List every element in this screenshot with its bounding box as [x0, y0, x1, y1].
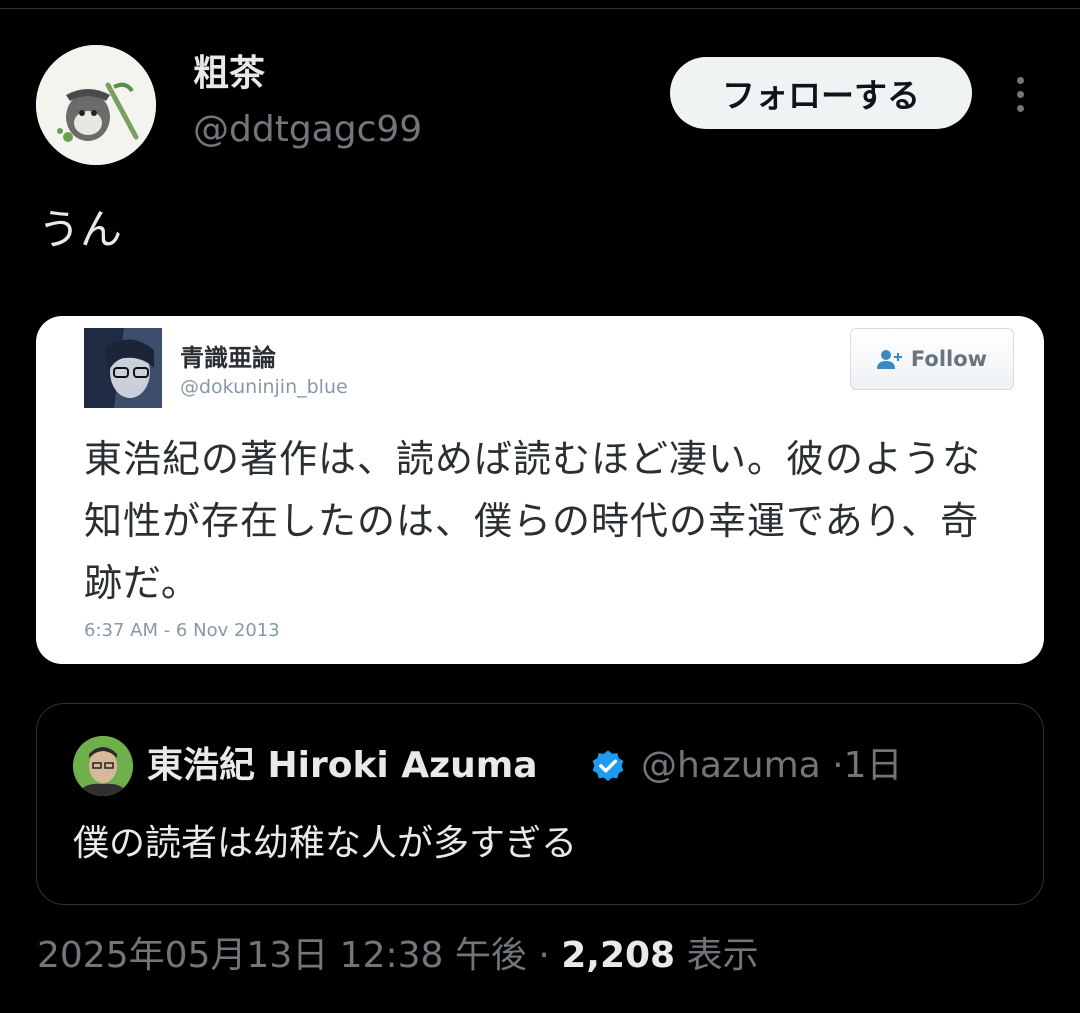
author-avatar[interactable]: [36, 45, 156, 165]
views-count: 2,208: [561, 935, 676, 976]
embedded-timestamp: 6:37 AM - 6 Nov 2013: [84, 620, 280, 641]
quoted-tweet-text: 僕の読者は幼稚な人が多すぎる: [73, 823, 578, 864]
views-label: 表示: [686, 935, 759, 976]
add-user-icon: [876, 350, 902, 369]
quoted-display-name: 東浩紀 Hiroki Azuma: [147, 745, 538, 786]
quoted-age: 1日: [843, 745, 903, 786]
tweet-text: うん: [38, 205, 123, 254]
embedded-tweet-text: 東浩紀の著作は、読めば読むほど凄い。彼のような知性が存在したのは、僕らの時代の幸…: [84, 437, 982, 605]
embedded-handle: @dokuninjin_blue: [180, 376, 348, 398]
quoted-handle: @hazuma: [641, 745, 821, 786]
quoted-avatar-illustration: [73, 736, 133, 796]
quoted-handle-line: @hazuma ·1日: [641, 742, 903, 790]
embedded-display-name: 青識亜論: [180, 344, 276, 372]
embedded-follow-button: Follow: [850, 328, 1014, 390]
quoted-separator: ·: [832, 745, 844, 786]
quoted-tweet[interactable]: 東浩紀 Hiroki Azuma @hazuma ·1日 僕の読者は幼稚な人が多…: [36, 703, 1044, 905]
avatar-illustration: [36, 45, 156, 165]
dot: [1016, 76, 1024, 84]
quoted-avatar: [73, 736, 133, 796]
meta-separator: ·: [538, 935, 550, 976]
more-options-icon[interactable]: [1002, 70, 1038, 118]
attached-image[interactable]: 青識亜論 @dokuninjin_blue Follow 東浩紀の著作は、読めば…: [36, 316, 1044, 664]
post-timestamp[interactable]: 2025年05月13日 12:38 午後: [37, 935, 527, 976]
top-divider: [0, 8, 1080, 9]
dot: [1016, 104, 1024, 112]
tweet-meta: 2025年05月13日 12:38 午後 · 2,208 表示: [37, 930, 759, 982]
tweet-detail-page: 粗茶 @ddtgagc99 フォローする うん 青識亜論 @dokuninjin…: [0, 0, 1080, 1013]
author-handle[interactable]: @ddtgagc99: [193, 108, 422, 152]
embedded-follow-label: Follow: [910, 347, 988, 371]
dot: [1016, 90, 1024, 98]
verified-badge-icon: [592, 750, 624, 782]
embedded-avatar: [84, 328, 162, 408]
follow-button[interactable]: フォローする: [670, 57, 972, 129]
embedded-avatar-illustration: [84, 328, 162, 408]
author-display-name[interactable]: 粗茶: [193, 52, 265, 96]
